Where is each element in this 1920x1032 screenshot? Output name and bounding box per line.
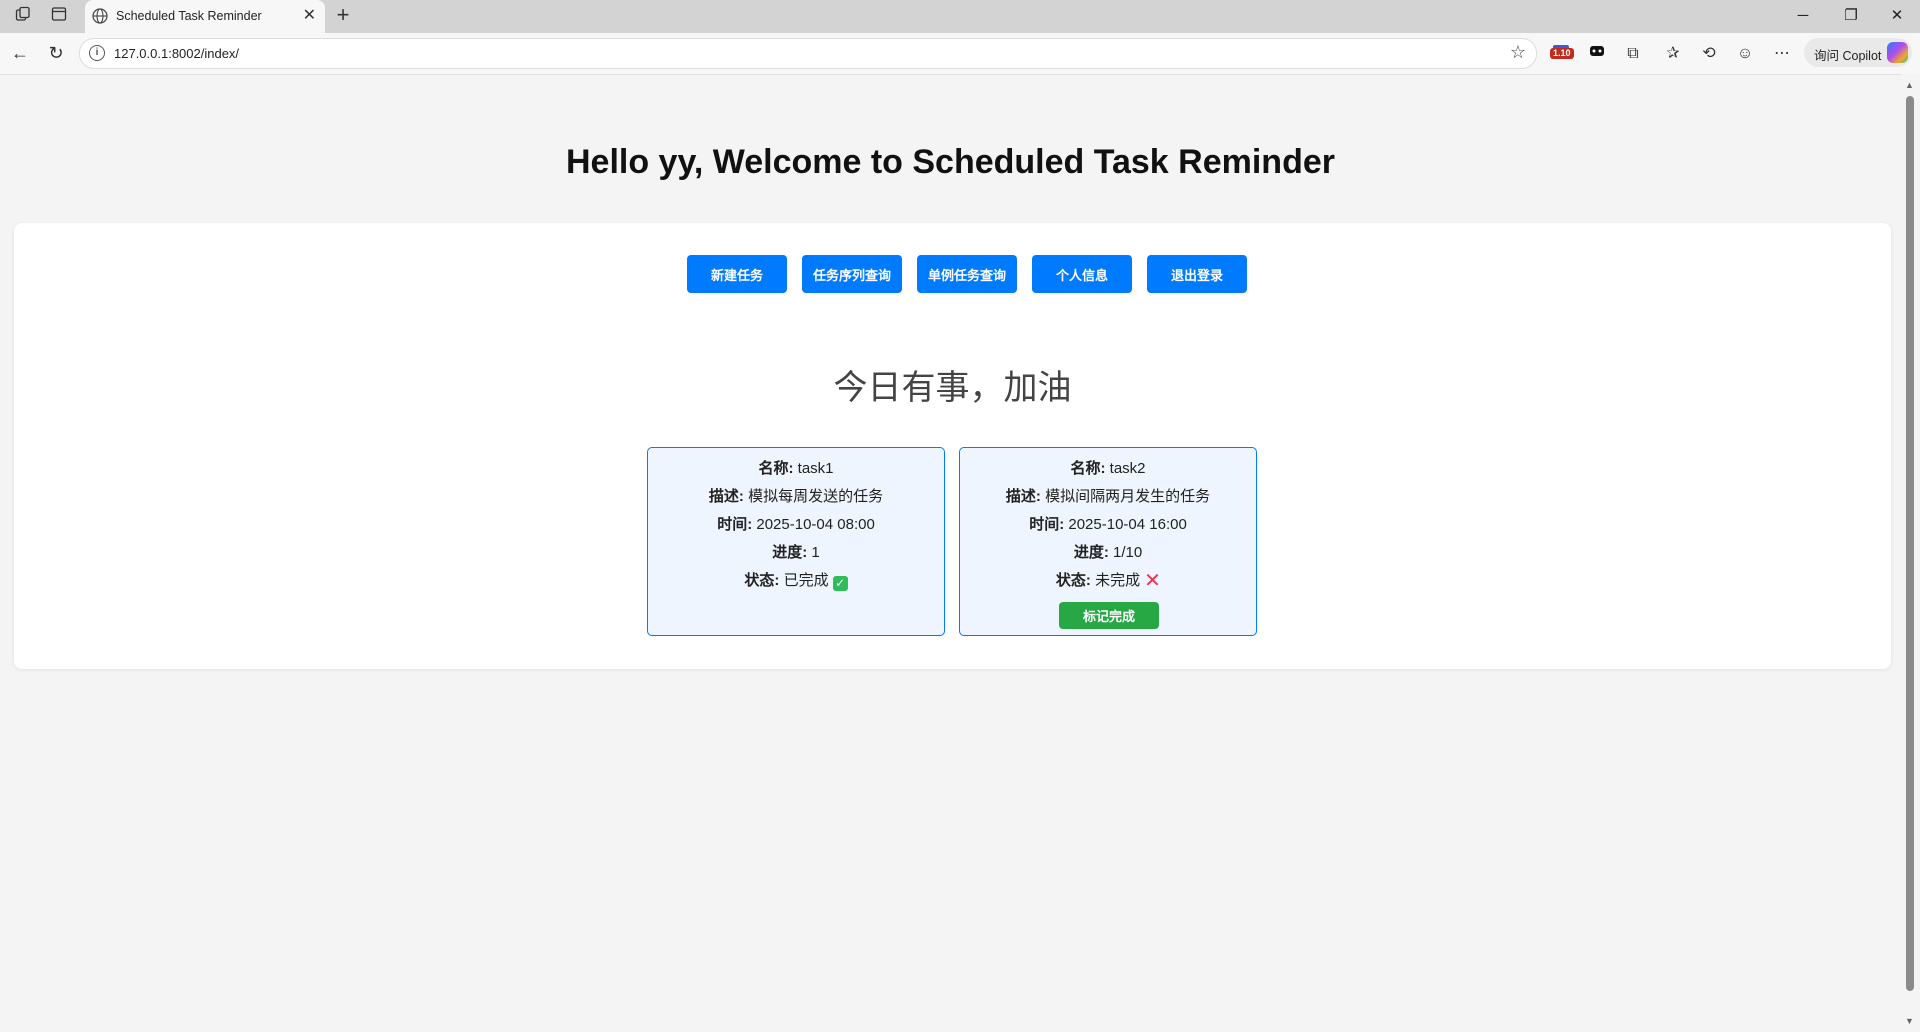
tab-actions-icon[interactable] [48, 6, 70, 28]
task-sequence-query-button[interactable]: 任务序列查询 [802, 255, 902, 293]
task-status-row: 状态: 已完成 ✓ [648, 571, 944, 591]
page-scrollbar[interactable]: ▲ ▼ [1901, 74, 1920, 1032]
task-time-label: 时间: [1029, 516, 1065, 533]
task-time: 2025-10-04 16:00 [1068, 516, 1187, 533]
globe-icon [91, 7, 109, 25]
extension-game-icon[interactable] [1585, 42, 1609, 66]
more-options-icon[interactable]: ⋯ [1770, 42, 1794, 66]
task-status: 已完成 [783, 572, 829, 589]
url-text[interactable]: 127.0.0.1:8002/index/ [114, 46, 239, 61]
favorites-icon[interactable]: ✰ [1661, 42, 1685, 66]
task-time-row: 时间: 2025-10-04 08:00 [648, 515, 944, 535]
extensions-puzzle-icon[interactable]: ⧉ [1621, 42, 1645, 66]
task-time-row: 时间: 2025-10-04 16:00 [960, 515, 1256, 535]
task-description-row: 描述: 模拟间隔两月发生的任务 [960, 487, 1256, 507]
scroll-thumb[interactable] [1906, 96, 1914, 991]
single-task-query-button[interactable]: 单例任务查询 [917, 255, 1017, 293]
task-progress-label: 进度: [1073, 544, 1109, 561]
task-description: 模拟间隔两月发生的任务 [1045, 488, 1211, 505]
task-status-label: 状态: [1055, 572, 1091, 589]
task-progress-label: 进度: [772, 544, 808, 561]
page-title: Hello yy, Welcome to Scheduled Task Remi… [565, 143, 1335, 181]
profile-button[interactable]: 个人信息 [1032, 255, 1132, 293]
task-name-label: 名称: [1070, 460, 1106, 477]
scroll-down-arrow-icon[interactable]: ▼ [1905, 1016, 1914, 1026]
task-progress-row: 进度: 1 [648, 543, 944, 563]
copilot-button[interactable]: 询问 Copilot [1804, 38, 1912, 67]
browser-toolbar: ← ↻ i 127.0.0.1:8002/index/ ☆ 1.10 ⧉ ✰ ⟲… [0, 33, 1920, 75]
task-description-row: 描述: 模拟每周发送的任务 [648, 487, 944, 507]
task-progress: 1/10 [1112, 544, 1143, 561]
task-name: task2 [1109, 460, 1146, 477]
task-name-row: 名称: task1 [648, 459, 944, 479]
task-card: 名称: task2 描述: 模拟间隔两月发生的任务 时间: 2025-10-04… [959, 447, 1257, 636]
browser-tab-strip: Scheduled Task Reminder ✕ + ─ ❐ ✕ [0, 0, 1920, 33]
address-bar[interactable]: i 127.0.0.1:8002/index/ ☆ [79, 38, 1537, 69]
task-name-row: 名称: task2 [960, 459, 1256, 479]
task-status: 未完成 [1095, 572, 1141, 589]
task-progress-row: 进度: 1/10 [960, 543, 1256, 563]
task-progress: 1 [811, 544, 820, 561]
refresh-icon[interactable]: ↻ [44, 41, 68, 65]
copilot-label: 询问 Copilot [1814, 49, 1882, 63]
new-tab-icon[interactable]: + [331, 4, 355, 28]
task-name: task1 [797, 460, 834, 477]
restore-icon[interactable]: ❐ [1836, 4, 1866, 28]
back-arrow-icon[interactable]: ← [8, 41, 32, 65]
copilot-logo-icon [1887, 42, 1908, 63]
task-status-row: 状态: 未完成 ✕ [960, 571, 1256, 591]
task-time-label: 时间: [717, 516, 753, 533]
today-heading: 今日有事，加油 [833, 369, 1072, 407]
new-task-button[interactable]: 新建任务 [687, 255, 787, 293]
task-time: 2025-10-04 08:00 [756, 516, 875, 533]
check-mark-icon: ✓ [832, 576, 848, 591]
extension-badge: 1.10 [1550, 48, 1574, 59]
site-info-icon[interactable]: i [89, 45, 105, 61]
page-content: Hello yy, Welcome to Scheduled Task Remi… [0, 75, 1901, 1032]
tab-title: Scheduled Task Reminder [116, 9, 262, 23]
task-description-label: 描述: [708, 488, 744, 505]
performance-icon[interactable]: ☺ [1733, 42, 1757, 66]
task-description: 模拟每周发送的任务 [748, 488, 884, 505]
browser-tab-active[interactable]: Scheduled Task Reminder ✕ [85, 0, 325, 33]
cross-mark-icon: ✕ [1144, 570, 1161, 592]
close-window-icon[interactable]: ✕ [1882, 4, 1912, 28]
task-description-label: 描述: [1005, 488, 1041, 505]
task-card: 名称: task1 描述: 模拟每周发送的任务 时间: 2025-10-04 0… [647, 447, 945, 636]
main-panel: 新建任务 任务序列查询 单例任务查询 个人信息 退出登录 今日有事，加油 名称:… [14, 223, 1891, 669]
task-name-label: 名称: [758, 460, 794, 477]
scroll-up-arrow-icon[interactable]: ▲ [1905, 80, 1914, 90]
minimize-icon[interactable]: ─ [1788, 4, 1818, 28]
favorite-star-icon[interactable]: ☆ [1510, 42, 1526, 63]
workspaces-icon[interactable] [12, 6, 34, 28]
history-icon[interactable]: ⟲ [1697, 42, 1721, 66]
close-tab-icon[interactable]: ✕ [303, 6, 316, 26]
task-status-label: 状态: [744, 572, 780, 589]
logout-button[interactable]: 退出登录 [1147, 255, 1247, 293]
mark-complete-button[interactable]: 标记完成 [1059, 602, 1159, 629]
